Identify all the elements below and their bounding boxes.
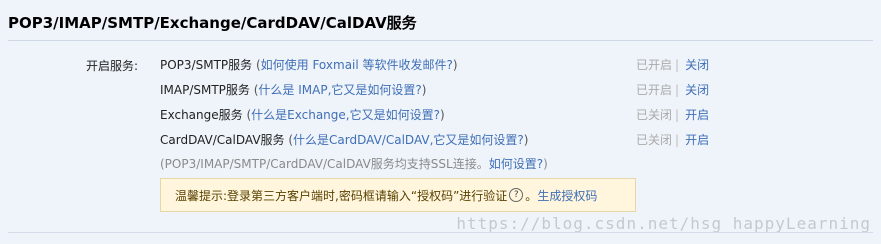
paren-close: ) (523, 133, 529, 147)
service-status-imap: 已开启 | 关闭 (636, 81, 709, 98)
ssl-help-link[interactable]: 如何设置? (489, 157, 543, 171)
toggle-service-button[interactable]: 开启 (685, 133, 709, 147)
service-help-link[interactable]: 什么是CardDAV/CalDAV,它又是如何设置? (293, 133, 524, 147)
service-row-exchange: Exchange服务 (什么是Exchange,它又是如何设置?) (160, 106, 445, 123)
generate-auth-code-link[interactable]: 生成授权码 (537, 187, 597, 204)
question-circle-icon[interactable]: ? (509, 188, 524, 202)
watermark: https://blog.csdn.net/hsg_happyLearning (456, 214, 871, 233)
status-text: 已关闭 (636, 108, 673, 122)
service-name: Exchange服务 (160, 108, 243, 122)
title-divider (8, 40, 873, 41)
paren-close: ) (439, 108, 445, 122)
page-title: POP3/IMAP/SMTP/Exchange/CardDAV/CalDAV服务 (8, 14, 417, 32)
service-row-carddav: CardDAV/CalDAV服务 (什么是CardDAV/CalDAV,它又是如… (160, 131, 528, 148)
paren-open: ( (242, 108, 252, 122)
service-row-imap: IMAP/SMTP服务 (什么是 IMAP,它又是如何设置?) (160, 81, 426, 98)
paren-open: ( (284, 133, 294, 147)
status-text: 已开启 (636, 83, 673, 97)
services-label: 开启服务: (86, 59, 139, 73)
paren-close: ) (452, 58, 458, 72)
bottom-divider (8, 232, 873, 233)
service-name: CardDAV/CalDAV服务 (160, 133, 285, 147)
paren-close: ) (421, 83, 427, 97)
status-separator: | (675, 133, 680, 147)
service-status-exchange: 已关闭 | 开启 (636, 106, 709, 123)
status-text: 已开启 (636, 58, 673, 72)
service-name: POP3/SMTP服务 (160, 58, 253, 72)
toggle-service-button[interactable]: 关闭 (685, 83, 709, 97)
paren-open: ( (252, 58, 261, 72)
service-help-link[interactable]: 如何使用 Foxmail 等软件收发邮件? (261, 58, 453, 72)
status-separator: | (675, 83, 680, 97)
service-help-link[interactable]: 什么是 IMAP,它又是如何设置? (258, 83, 421, 97)
ssl-note-close: ) (543, 157, 548, 171)
toggle-service-button[interactable]: 关闭 (685, 58, 709, 72)
status-separator: | (675, 108, 680, 122)
service-status-pop3: 已开启 | 关闭 (636, 56, 709, 73)
status-separator: | (675, 58, 680, 72)
toggle-service-button[interactable]: 开启 (685, 108, 709, 122)
service-status-carddav: 已关闭 | 开启 (636, 131, 709, 148)
status-text: 已关闭 (636, 133, 673, 147)
tip-box: 温馨提示:登录第三方客户端时,密码框请输入“授权码”进行验证?。生成授权码 (160, 178, 636, 212)
service-name: IMAP/SMTP服务 (160, 83, 250, 97)
tip-text: 温馨提示:登录第三方客户端时,密码框请输入“授权码”进行验证 (175, 188, 508, 203)
ssl-note-text: (POP3/IMAP/SMTP/CardDAV/CalDAV服务均支持SSL连接… (160, 157, 489, 171)
tip-period: 。 (525, 188, 538, 203)
ssl-note: (POP3/IMAP/SMTP/CardDAV/CalDAV服务均支持SSL连接… (160, 155, 548, 172)
service-help-link[interactable]: 什么是Exchange,它又是如何设置? (251, 108, 440, 122)
service-row-pop3: POP3/SMTP服务 (如何使用 Foxmail 等软件收发邮件?) (160, 56, 458, 73)
